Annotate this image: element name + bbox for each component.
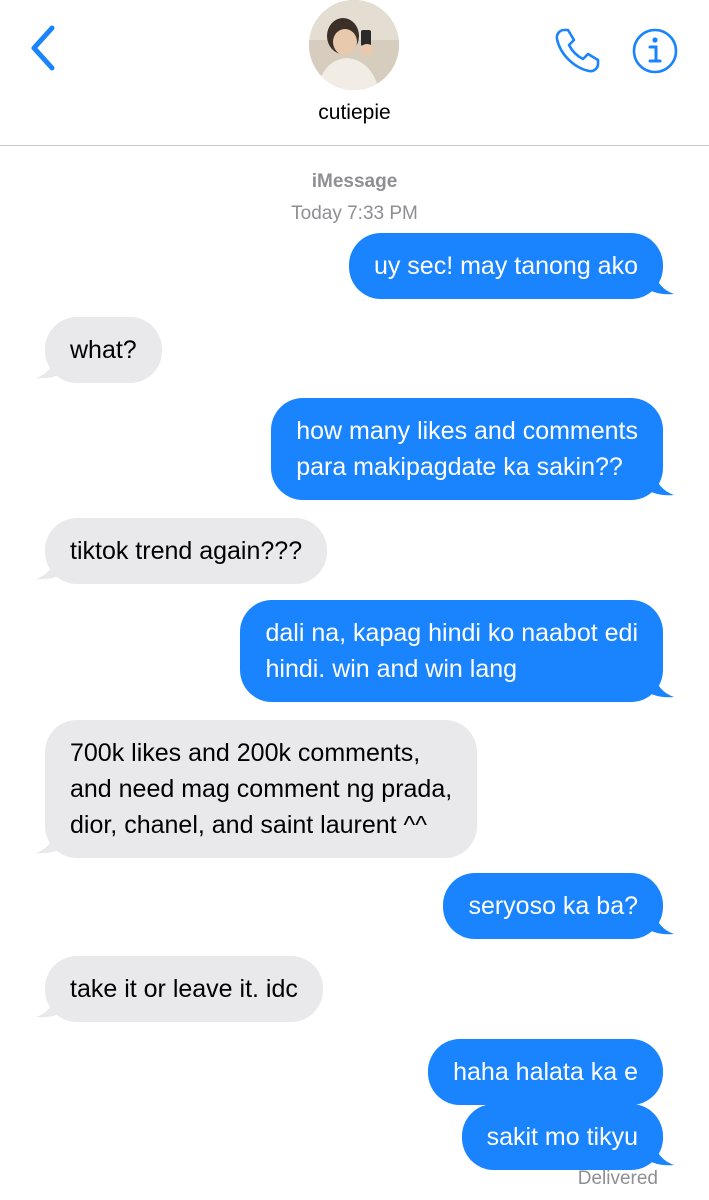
contact-avatar[interactable] — [309, 0, 399, 90]
incoming-message[interactable]: tiktok trend again??? — [45, 518, 328, 584]
call-button[interactable] — [550, 24, 604, 78]
conversation-header: cutiepie — [0, 0, 709, 146]
info-button[interactable] — [630, 26, 680, 76]
outgoing-message[interactable]: dali na, kapag hindi ko naabot edi hindi… — [240, 600, 663, 702]
outgoing-message[interactable]: uy sec! may tanong ako — [348, 233, 663, 299]
avatar-photo — [309, 0, 399, 90]
incoming-message[interactable]: take it or leave it. idc — [45, 956, 323, 1022]
service-label: iMessage — [311, 171, 398, 192]
delivery-status: Delivered — [577, 1168, 658, 1189]
outgoing-message[interactable]: sakit mo tikyu — [461, 1104, 663, 1170]
incoming-message[interactable]: what? — [45, 317, 162, 383]
contact-name[interactable]: cutiepie — [0, 101, 709, 125]
incoming-message[interactable]: 700k likes and 200k comments, and need m… — [45, 720, 478, 858]
outgoing-message[interactable]: seryoso ka ba? — [443, 873, 663, 939]
back-button[interactable] — [22, 22, 66, 74]
info-icon — [632, 28, 678, 74]
thread-timestamp: Today 7:33 PM — [291, 203, 418, 224]
outgoing-message[interactable]: haha halata ka e — [428, 1039, 663, 1105]
phone-icon — [555, 28, 600, 73]
outgoing-message[interactable]: how many likes and comments para makipag… — [271, 398, 663, 500]
chevron-left-icon — [31, 25, 55, 71]
